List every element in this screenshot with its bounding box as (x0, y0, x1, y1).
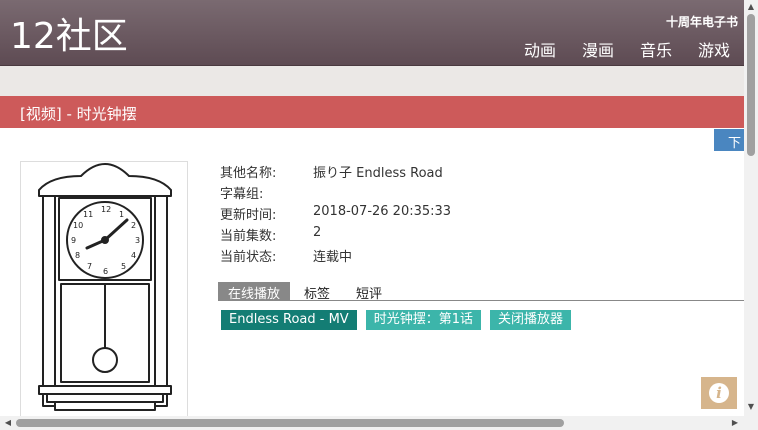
svg-text:4: 4 (131, 251, 136, 260)
details-list: 其他名称: 振り子 Endless Road 字幕组: 更新时间: 2018-0… (220, 162, 451, 267)
page-title: [视频] - 时光钟摆 (20, 105, 137, 123)
nav-item-music[interactable]: 音乐 (640, 37, 672, 61)
nav-item-anime[interactable]: 动画 (524, 37, 556, 61)
scroll-up-icon[interactable]: ▲ (746, 2, 756, 12)
scroll-right-icon[interactable]: ▶ (730, 418, 740, 428)
info-button[interactable]: i (701, 377, 737, 409)
detail-row: 其他名称: 振り子 Endless Road (220, 162, 451, 183)
episode-button-mv[interactable]: Endless Road - MV (221, 310, 357, 330)
download-button[interactable]: 下 (714, 129, 744, 151)
detail-label: 其他名称: (220, 166, 277, 181)
detail-label: 更新时间: (220, 208, 277, 223)
nav-item-manga[interactable]: 漫画 (582, 37, 614, 61)
content-tabs: 在线播放 标签 短评 (218, 282, 744, 302)
site-logo[interactable]: 12社区 (10, 14, 128, 60)
tab-reviews[interactable]: 短评 (342, 282, 394, 302)
close-player-button[interactable]: 关闭播放器 (489, 310, 571, 330)
detail-row: 字幕组: (220, 183, 451, 204)
tab-online-play[interactable]: 在线播放 (218, 282, 291, 302)
vertical-scroll-thumb[interactable] (747, 14, 755, 156)
title-bar: [视频] - 时光钟摆 (0, 96, 744, 128)
episode-button-ep1[interactable]: 时光钟摆：第1话 (365, 310, 481, 330)
detail-value: 2018-07-26 20:35:33 (313, 204, 452, 219)
horizontal-scroll-thumb[interactable] (16, 419, 564, 427)
site-header: 12社区 十周年电子书 动画 漫画 音乐 游戏 (0, 0, 744, 66)
detail-value: 2 (313, 225, 322, 240)
tab-tags[interactable]: 标签 (290, 282, 342, 302)
horizontal-scrollbar[interactable]: ◀ ▶ (0, 416, 758, 430)
svg-text:2: 2 (131, 221, 136, 230)
detail-label: 当前状态: (220, 250, 277, 265)
header-band (0, 66, 744, 96)
detail-row: 更新时间: 2018-07-26 20:35:33 (220, 204, 451, 225)
main-nav: 动画 漫画 音乐 游戏 (524, 37, 730, 61)
svg-text:5: 5 (121, 262, 126, 271)
detail-value: 连载中 (313, 250, 353, 265)
nav-item-games[interactable]: 游戏 (698, 37, 730, 61)
ebook-link[interactable]: 十周年电子书 (666, 13, 738, 30)
detail-label: 字幕组: (220, 187, 264, 202)
svg-text:8: 8 (75, 251, 80, 260)
svg-text:6: 6 (103, 267, 108, 276)
svg-text:10: 10 (73, 221, 83, 230)
detail-label: 当前集数: (220, 229, 277, 244)
svg-text:1: 1 (119, 210, 124, 219)
vertical-scrollbar[interactable]: ▲ ▼ (744, 0, 758, 416)
scroll-left-icon[interactable]: ◀ (3, 418, 13, 428)
svg-text:9: 9 (71, 236, 76, 245)
svg-text:7: 7 (87, 262, 92, 271)
svg-text:12: 12 (101, 205, 111, 214)
detail-value: 振り子 Endless Road (313, 166, 443, 181)
info-icon: i (709, 383, 729, 403)
pendulum-clock-icon: 12 1 2 3 4 5 6 7 8 9 10 11 (38, 163, 172, 411)
svg-text:11: 11 (83, 210, 93, 219)
cover-image: 12 1 2 3 4 5 6 7 8 9 10 11 (20, 161, 188, 421)
scroll-down-icon[interactable]: ▼ (746, 402, 756, 412)
svg-text:3: 3 (135, 236, 140, 245)
detail-row: 当前集数: 2 (220, 225, 451, 246)
detail-row: 当前状态: 连载中 (220, 246, 451, 267)
episode-list: Endless Road - MV 时光钟摆：第1话 关闭播放器 (221, 310, 571, 330)
